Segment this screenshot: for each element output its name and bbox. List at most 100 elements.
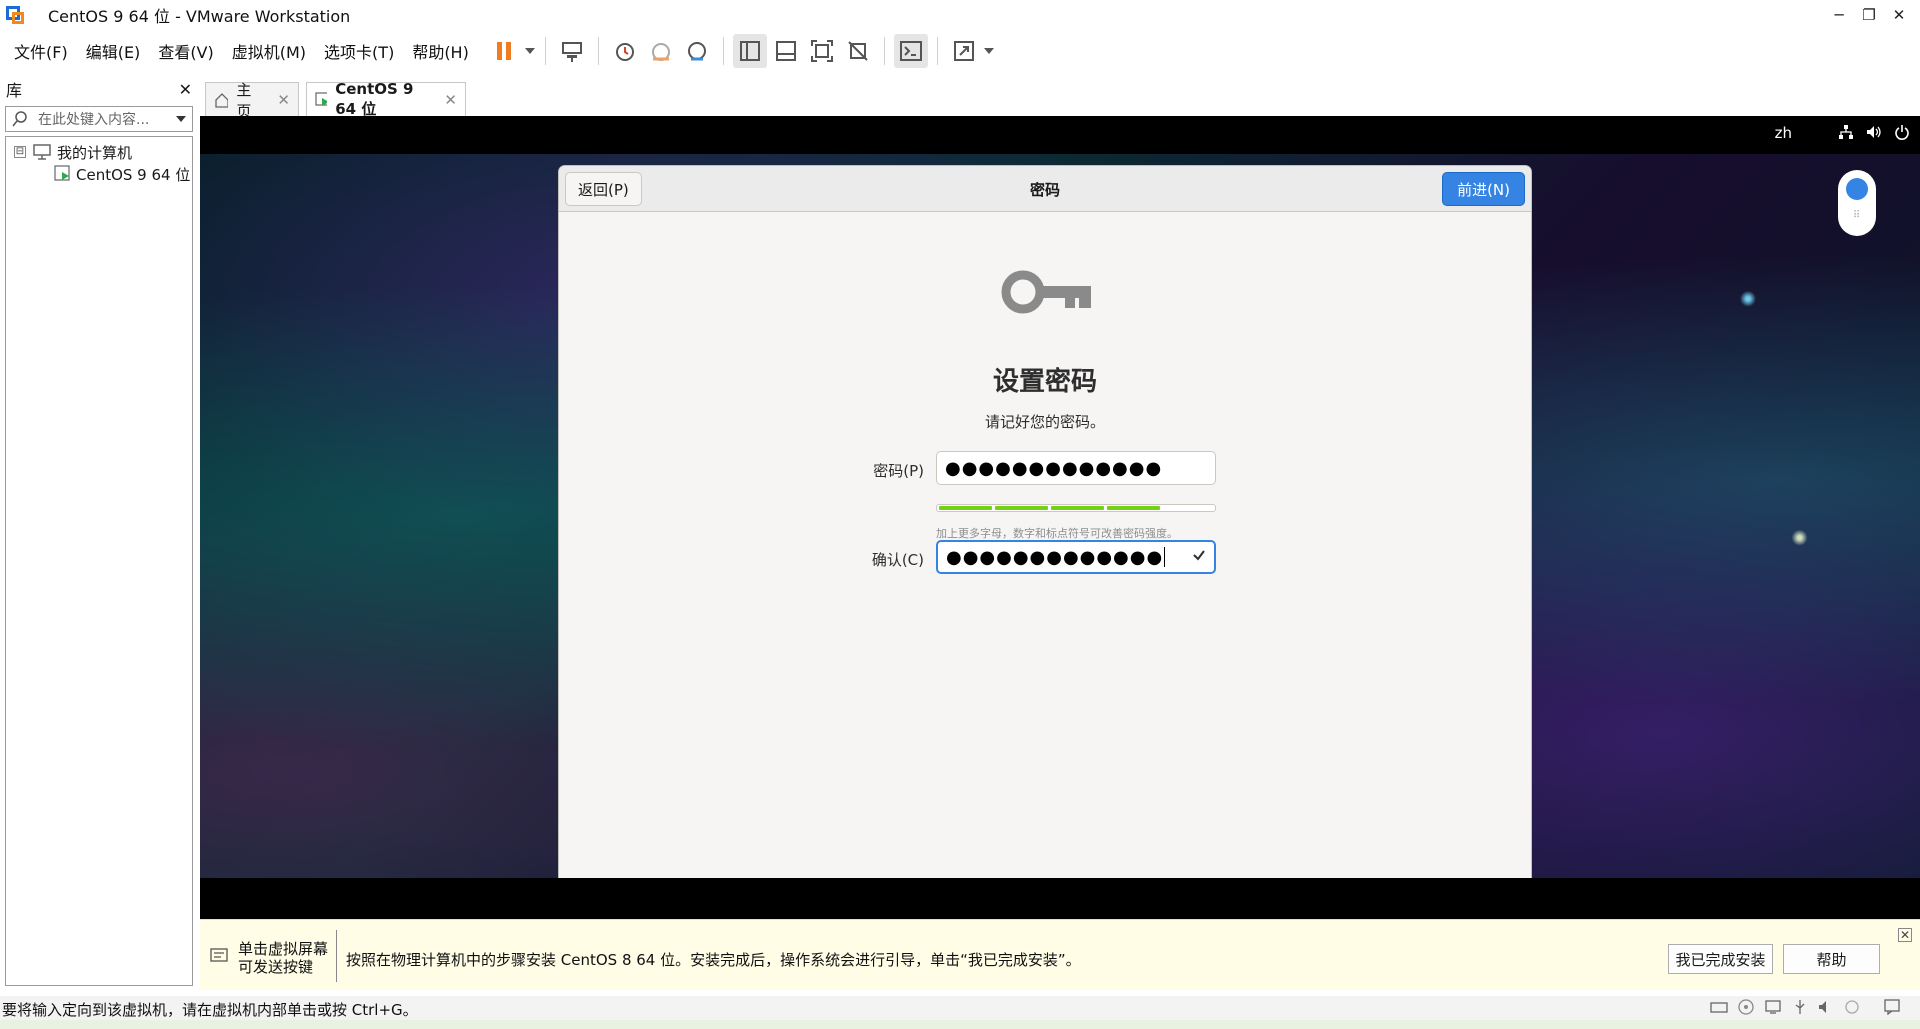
strength-segment: [995, 506, 1048, 510]
snapshot-manager-button[interactable]: [680, 34, 714, 68]
hard-disk-icon[interactable]: [1710, 999, 1728, 1015]
click-hint: 单击虚拟屏幕 可发送按键: [238, 940, 328, 976]
title-bar: CentOS 9 64 位 - VMware Workstation ─ ❐ ✕: [0, 0, 1920, 30]
search-icon: [12, 111, 27, 127]
window-controls: ─ ❐ ✕: [1824, 0, 1914, 30]
stretch-dropdown-button[interactable]: [982, 34, 996, 68]
key-icon: [1001, 270, 1091, 314]
password-field[interactable]: ●●●●●●●●●●●●●: [936, 451, 1216, 485]
message-log-icon[interactable]: [1884, 999, 1900, 1015]
install-info-bar: 单击虚拟屏幕 可发送按键 按照在物理计算机中的步骤安装 CentOS 8 64 …: [200, 919, 1920, 990]
restore-button[interactable]: ❐: [1854, 6, 1884, 24]
vm-running-icon: [315, 91, 328, 106]
chevron-down-icon[interactable]: [176, 116, 186, 122]
pause-dropdown-button[interactable]: [523, 34, 537, 68]
chevron-down-icon: [983, 48, 994, 54]
drag-handle-icon[interactable]: ⠿: [1853, 210, 1861, 221]
tab-centos-vm[interactable]: CentOS 9 64 位 ✕: [306, 80, 466, 118]
toolbar-separator: [883, 37, 885, 65]
menu-file[interactable]: 文件(F): [5, 39, 77, 63]
tab-close-button[interactable]: ✕: [277, 91, 290, 109]
console-icon: [899, 41, 922, 61]
pause-button[interactable]: [488, 34, 522, 68]
vm-bottom-border: [200, 878, 1920, 919]
click-hint-line2: 可发送按键: [238, 958, 314, 976]
stretch-icon: [953, 41, 974, 61]
vm-running-icon: [54, 165, 70, 181]
password-value: ●●●●●●●●●●●●●: [945, 457, 1163, 479]
tree-item-label: CentOS 9 64 位: [76, 165, 191, 184]
thumbnail-view-button[interactable]: [769, 34, 803, 68]
confirm-label: 确认(C): [871, 551, 924, 569]
console-view-button[interactable]: [893, 34, 928, 68]
tree-collapse-toggle[interactable]: ⊟: [14, 146, 26, 158]
search-placeholder: 在此处键入内容...: [38, 112, 150, 128]
network-icon: [1839, 125, 1853, 139]
device-status-icons: [1710, 999, 1900, 1015]
minimize-button[interactable]: ─: [1824, 6, 1854, 24]
install-message: 按照在物理计算机中的步骤安装 CentOS 8 64 位。安装完成后，操作系统会…: [346, 951, 1081, 969]
menu-edit[interactable]: 编辑(E): [77, 39, 150, 63]
gnome-top-bar: zh: [200, 116, 1920, 154]
tree-item-my-computer[interactable]: ⊟ 我的计算机: [6, 141, 192, 163]
revert-snapshot-button[interactable]: [644, 34, 678, 68]
info-bar-close-button[interactable]: ✕: [1898, 928, 1912, 942]
library-header: 库 ✕: [0, 76, 198, 102]
click-hint-line1: 单击虚拟屏幕: [238, 940, 329, 958]
sound-card-icon[interactable]: [1818, 999, 1834, 1015]
help-button[interactable]: 帮助: [1783, 944, 1880, 974]
page-subheading: 请记好您的密码。: [984, 413, 1105, 431]
password-strength-hint: 加上更多字母，数字和标点符号可改善密码强度。: [936, 527, 1178, 540]
menu-view[interactable]: 查看(V): [149, 39, 222, 63]
menu-vm[interactable]: 虚拟机(M): [223, 39, 315, 63]
send-ctrl-alt-del-button[interactable]: [555, 34, 589, 68]
thumbnail-view-icon: [775, 41, 796, 61]
status-text: 要将输入定向到该虚拟机，请在虚拟机内部单击或按 Ctrl+G。: [2, 1001, 418, 1019]
library-search-input[interactable]: 在此处键入内容...: [5, 106, 193, 132]
next-button[interactable]: 前进(N): [1442, 172, 1525, 206]
system-tray[interactable]: [1838, 124, 1910, 140]
window-title: CentOS 9 64 位 - VMware Workstation: [48, 7, 351, 26]
library-panel: 库 ✕ 在此处键入内容... ⊟ 我的计算机 CentOS 9 64 位: [0, 76, 198, 990]
language-indicator[interactable]: zh: [1775, 124, 1792, 142]
revert-snapshot-icon: [651, 43, 670, 61]
fullscreen-icon: [810, 40, 833, 62]
info-separator: [336, 930, 337, 982]
close-window-button[interactable]: ✕: [1884, 6, 1914, 24]
tab-label: 主页: [236, 80, 252, 120]
install-complete-button[interactable]: 我已完成安装: [1668, 944, 1773, 974]
pause-icon: [496, 42, 511, 60]
fullscreen-button[interactable]: [805, 34, 839, 68]
snapshot-button[interactable]: [608, 34, 642, 68]
vm-display[interactable]: zh 返回(P) 密码 前进(N) 设置密码 请记好您的密码。 密码(P) ●●…: [200, 116, 1920, 919]
tree-item-label: 我的计算机: [57, 143, 133, 162]
assistant-icon: [1846, 178, 1868, 200]
tab-label: CentOS 9 64 位: [335, 80, 414, 118]
tab-home[interactable]: 主页 ✕: [205, 81, 299, 120]
tree-item-centos-vm[interactable]: CentOS 9 64 位: [6, 163, 192, 185]
snapshot-manager-icon: [687, 42, 706, 61]
menu-help[interactable]: 帮助(H): [403, 39, 478, 63]
checkmark-icon: [1193, 550, 1205, 561]
usb-icon[interactable]: [1792, 999, 1808, 1015]
unity-button[interactable]: [841, 34, 875, 68]
text-caret: [1164, 547, 1166, 567]
library-tree: ⊟ 我的计算机 CentOS 9 64 位: [5, 136, 193, 986]
cd-drive-icon[interactable]: [1738, 999, 1754, 1015]
library-title: 库: [6, 81, 23, 100]
stretch-button[interactable]: [947, 34, 981, 68]
library-view-button[interactable]: [732, 34, 767, 68]
confirm-password-field[interactable]: ●●●●●●●●●●●●●: [936, 540, 1216, 574]
accessibility-float-button[interactable]: ⠿: [1838, 170, 1876, 236]
tab-close-button[interactable]: ✕: [444, 91, 457, 109]
send-ctrl-alt-del-icon: [561, 42, 582, 62]
menu-tabs[interactable]: 选项卡(T): [315, 39, 403, 63]
library-close-button[interactable]: ✕: [179, 80, 192, 99]
tab-strip: 主页 ✕ CentOS 9 64 位 ✕: [200, 76, 1920, 120]
display-icon[interactable]: [1844, 999, 1860, 1015]
vmware-logo-icon: [4, 4, 26, 26]
power-icon: [1895, 125, 1909, 140]
toolbar-separator: [722, 37, 724, 65]
network-adapter-icon[interactable]: [1764, 999, 1782, 1015]
installer-password-dialog: 返回(P) 密码 前进(N) 设置密码 请记好您的密码。 密码(P) ●●●●●…: [559, 166, 1531, 878]
